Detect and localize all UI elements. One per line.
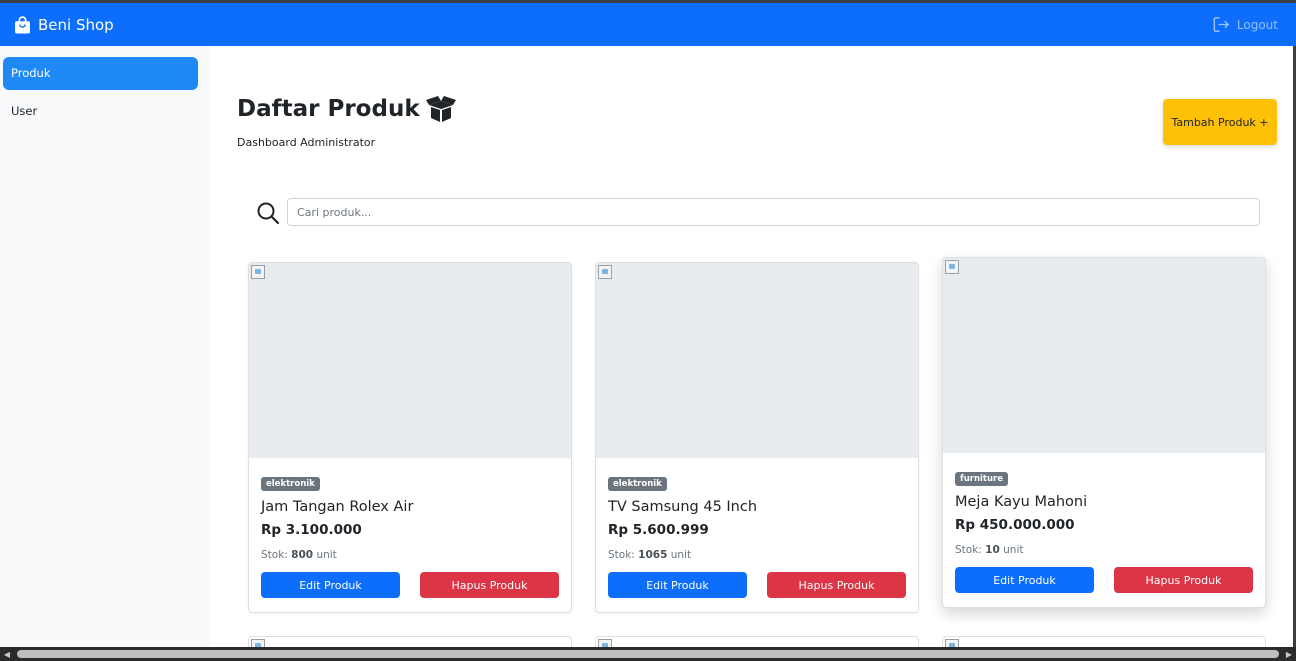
broken-image-icon	[598, 265, 612, 279]
product-name: Jam Tangan Rolex Air	[261, 499, 414, 515]
broken-image-icon	[945, 639, 959, 647]
stock-prefix: Stok:	[261, 549, 288, 561]
horizontal-scrollbar[interactable]: ◀ ▶	[0, 647, 1296, 661]
page-title-text: Daftar Produk	[237, 96, 420, 122]
product-card: furniture Meja Kayu Mahoni Rp 450.000.00…	[942, 257, 1266, 608]
scrollbar-track[interactable]	[14, 647, 1282, 661]
product-price: Rp 450.000.000	[955, 517, 1075, 533]
product-price: Rp 5.600.999	[608, 522, 709, 538]
stock-unit: unit	[670, 549, 692, 561]
search-input[interactable]	[287, 198, 1260, 226]
product-stock: Stok: 10 unit	[955, 544, 1253, 556]
box-open-icon	[425, 96, 456, 122]
stock-value: 1065	[638, 549, 668, 561]
logout-icon	[1213, 17, 1229, 32]
search-icon	[257, 202, 280, 225]
broken-image-icon	[251, 265, 265, 279]
stock-value: 800	[291, 549, 314, 561]
product-stock: Stok: 1065 unit	[608, 549, 906, 561]
brand-name: Beni Shop	[38, 15, 114, 34]
product-card: elektronik Jam Tangan Rolex Air Rp 3.100…	[248, 262, 572, 613]
scroll-left-icon[interactable]: ◀	[0, 647, 14, 661]
scrollbar-thumb[interactable]	[17, 650, 1279, 658]
page-subtitle: Dashboard Administrator	[237, 136, 376, 149]
main-content: Daftar Produk Dashboard Administrator Ta…	[210, 46, 1296, 647]
category-badge: elektronik	[608, 477, 667, 491]
logout-button[interactable]: Logout	[1212, 15, 1282, 34]
brand[interactable]: Beni Shop	[14, 16, 114, 34]
edit-product-button[interactable]: Edit Produk	[608, 572, 747, 598]
stock-unit: unit	[1003, 544, 1024, 556]
broken-image-icon	[251, 639, 265, 647]
scroll-right-icon[interactable]: ▶	[1282, 647, 1296, 661]
edit-product-button[interactable]: Edit Produk	[955, 567, 1094, 593]
product-name: Meja Kayu Mahoni	[955, 494, 1088, 510]
product-image	[249, 263, 571, 458]
navbar: Beni Shop Logout	[0, 3, 1296, 46]
stock-prefix: Stok:	[608, 549, 635, 561]
stock-value: 10	[985, 544, 1000, 556]
delete-product-button[interactable]: Hapus Produk	[767, 572, 906, 598]
logout-label: Logout	[1236, 17, 1278, 32]
product-name: TV Samsung 45 Inch	[608, 499, 758, 515]
product-card: elektronik TV Samsung 45 Inch Rp 5.600.9…	[595, 262, 919, 613]
shopping-bag-icon	[15, 15, 30, 33]
stock-unit: unit	[316, 549, 337, 561]
category-badge: furniture	[955, 472, 1008, 486]
product-price: Rp 3.100.000	[261, 522, 362, 538]
edit-product-button[interactable]: Edit Produk	[261, 572, 400, 598]
product-card-partial	[595, 636, 919, 647]
product-card-partial	[942, 636, 1266, 647]
product-image	[943, 258, 1265, 453]
sidebar-item-user[interactable]: User	[3, 95, 198, 128]
broken-image-icon	[945, 260, 959, 274]
product-card-partial	[248, 636, 572, 647]
stock-prefix: Stok:	[955, 544, 982, 556]
product-image	[596, 263, 918, 458]
page-title: Daftar Produk	[237, 96, 456, 122]
sidebar-item-produk[interactable]: Produk	[3, 57, 198, 90]
add-product-button[interactable]: Tambah Produk +	[1163, 99, 1277, 145]
delete-product-button[interactable]: Hapus Produk	[1114, 567, 1253, 593]
broken-image-icon	[598, 639, 612, 647]
sidebar: Produk User	[0, 46, 210, 647]
category-badge: elektronik	[261, 477, 320, 491]
delete-product-button[interactable]: Hapus Produk	[420, 572, 559, 598]
product-stock: Stok: 800 unit	[261, 549, 559, 561]
